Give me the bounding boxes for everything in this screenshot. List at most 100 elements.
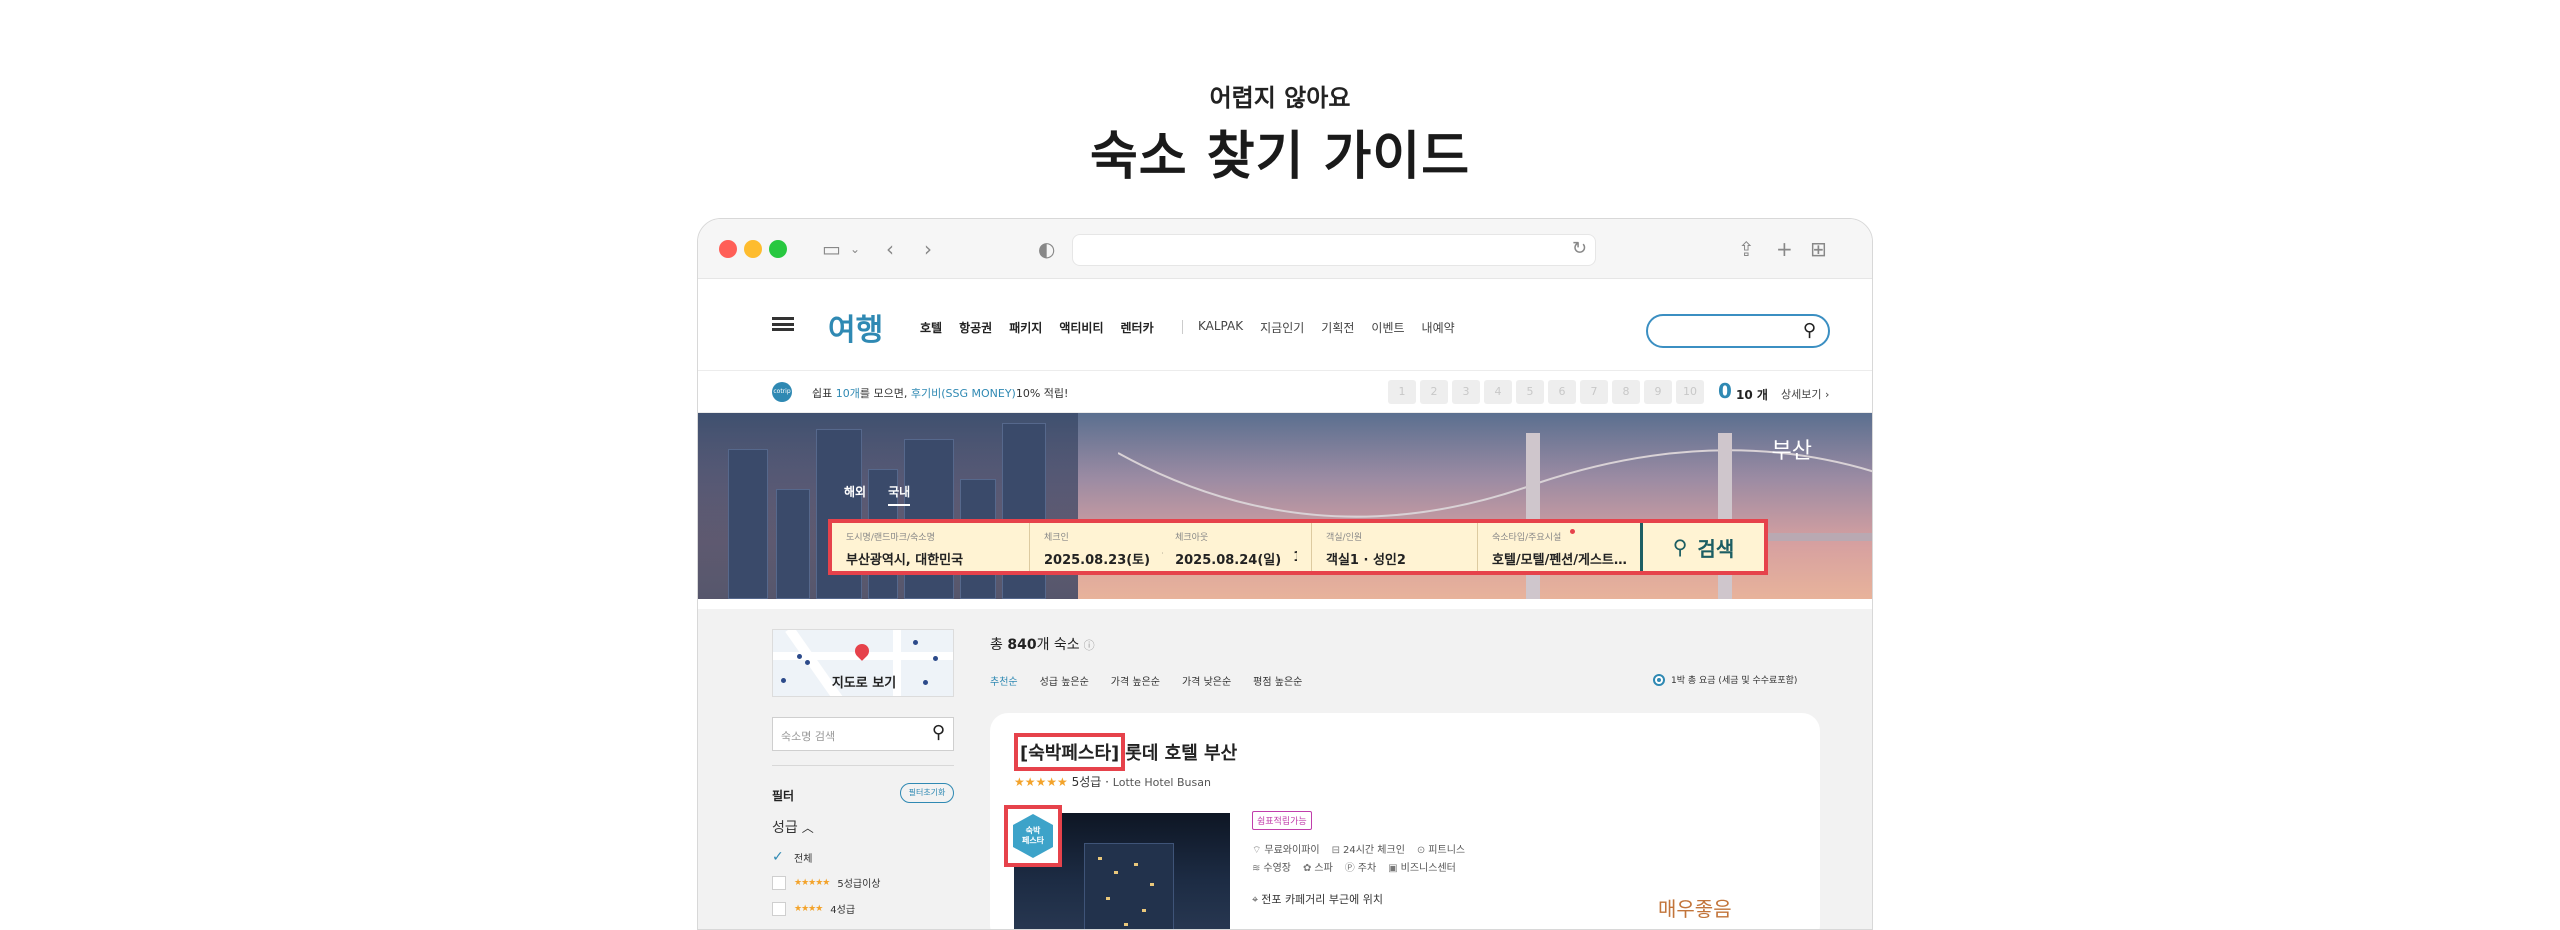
main-nav: 호텔 항공권 패키지 액티비티 렌터카 — [920, 319, 1154, 336]
wifi-icon: ⌔ — [1252, 845, 1262, 856]
search-icon: ⚲ — [1672, 535, 1688, 559]
price-display-option[interactable]: 1박 총 요금 (세금 및 수수료포함) — [1653, 673, 1797, 686]
address-bar[interactable]: ↻ — [1072, 234, 1596, 266]
star-rating-icon: ★★★★★ — [794, 877, 830, 888]
tab-overseas[interactable]: 해외 — [844, 483, 866, 506]
nav-item-kalpak[interactable]: KALPAK — [1198, 319, 1243, 336]
zoom-window-button[interactable] — [769, 240, 787, 258]
amenity-label: 무료와이파이 — [1264, 845, 1320, 856]
results-area: 지도로 보기 숙소명 검색 ⚲ 필터 필터초기화 성급 ︿ ✓ 전체 ★★★★★ … — [698, 609, 1872, 929]
results-total-suffix: 개 숙소 — [1036, 637, 1080, 653]
map-view-button[interactable]: 지도로 보기 — [772, 629, 954, 697]
tab-domestic[interactable]: 국내 — [888, 483, 911, 506]
sort-rating-high[interactable]: 평점 높은순 — [1253, 673, 1302, 688]
checkin-value: 2025.08.23(토) — [1044, 553, 1151, 568]
grade-option-label: 전체 — [794, 853, 813, 865]
nav-item-trending[interactable]: 지금인기 — [1260, 319, 1304, 336]
sort-recommended[interactable]: 추천순 — [990, 673, 1018, 688]
amenity-business: ▣ 비즈니스센터 — [1388, 859, 1456, 874]
nav-item-my-booking[interactable]: 내예약 — [1422, 319, 1455, 336]
checkin-label: 체크인 — [1044, 533, 1069, 543]
location-pin-icon: ⌖ — [1252, 893, 1259, 906]
festa-badge: 숙박 페스타 — [1004, 805, 1062, 867]
hotel-name-search-input[interactable]: 숙소명 검색 ⚲ — [772, 717, 954, 751]
required-dot — [1570, 529, 1575, 534]
stamp-slot: 6 — [1548, 380, 1576, 404]
new-tab-icon[interactable]: + — [1776, 235, 1793, 263]
parking-icon: Ⓟ — [1344, 863, 1355, 874]
grade-option-4star[interactable]: ★★★★ 4성급 — [772, 901, 855, 916]
promo-more-link[interactable]: 상세보기 › — [1781, 386, 1829, 402]
nav-item-event[interactable]: 이벤트 — [1371, 319, 1404, 336]
amenities-row: ⌔ 무료와이파이 ⊟ 24시간 체크인 ⊙ 피트니스 — [1252, 841, 1465, 857]
help-icon[interactable]: ⓘ — [1084, 639, 1095, 652]
menu-icon[interactable] — [772, 317, 794, 331]
stamp-unit: 10 개 — [1736, 388, 1768, 402]
promo-text-mid: 를 모으면, — [859, 387, 911, 400]
nav-item-flight[interactable]: 항공권 — [959, 319, 992, 336]
nav-item-rentacar[interactable]: 렌터카 — [1121, 319, 1154, 336]
amenities-row: ≋ 수영장 ✿ 스파 Ⓟ 주차 ▣ 비즈니스센터 — [1252, 859, 1456, 874]
star-rating-icon: ★★★★★ — [1014, 775, 1068, 789]
shield-icon[interactable]: ◐ — [1038, 235, 1055, 263]
search-button[interactable]: ⚲ 검색 — [1640, 523, 1764, 571]
amenity-label: 주차 — [1357, 863, 1377, 874]
minimize-window-button[interactable] — [744, 240, 762, 258]
tabs-grid-icon[interactable]: ⊞ — [1810, 235, 1827, 263]
nav-item-activity[interactable]: 액티비티 — [1059, 319, 1103, 336]
site-search-input[interactable]: ⚲ — [1646, 314, 1830, 348]
hotel-title[interactable]: [숙박페스타] 롯데 호텔 부산 — [1014, 733, 1237, 771]
filter-reset-button[interactable]: 필터초기화 — [900, 783, 954, 803]
grade-option-all[interactable]: ✓ 전체 — [772, 849, 812, 865]
checkbox[interactable] — [772, 901, 786, 916]
nav-item-package[interactable]: 패키지 — [1009, 319, 1042, 336]
radio-button[interactable] — [1653, 673, 1665, 686]
nav-item-special[interactable]: 기획전 — [1321, 319, 1354, 336]
date-field[interactable]: 체크인 2025.08.23(토) - 체크아웃 2025.08.24(일) 1… — [1030, 523, 1312, 571]
hotel-rating: ★★★★★ 5성급 · Lotte Hotel Busan — [1014, 775, 1211, 789]
stamp-tracker: 1 2 3 4 5 6 7 8 9 10 — [1388, 380, 1704, 404]
festa-badge-line2: 페스타 — [1021, 836, 1045, 845]
hotel-search-bar: 도시명/랜드마크/숙소명 부산광역시, 대한민국 체크인 2025.08.23(… — [828, 519, 1768, 575]
stamp-count: 0 — [1718, 379, 1732, 403]
sidebar-icon[interactable]: ▭ — [822, 235, 841, 263]
hero-subtitle: 어렵지 않아요 — [1209, 84, 1351, 112]
sort-price-high[interactable]: 가격 높은순 — [1111, 673, 1160, 688]
promo-logo: cotrip — [772, 382, 792, 402]
grade-option-label: 4성급 — [830, 905, 856, 916]
reload-icon[interactable]: ↻ — [1572, 238, 1587, 259]
map-view-label: 지도로 보기 — [831, 676, 897, 691]
promo-text-suffix: 10% 적립! — [1015, 387, 1069, 400]
hotel-english-name: Lotte Hotel Busan — [1112, 776, 1211, 789]
guests-field[interactable]: 객실/인원 객실1 · 성인2 — [1312, 523, 1478, 571]
checkbox[interactable] — [772, 875, 786, 890]
chevron-down-icon[interactable]: ⌄ — [850, 235, 860, 263]
promo-text-prefix: 쉽표 — [812, 387, 836, 400]
brand-logo[interactable]: 여행 — [828, 305, 883, 349]
star-rating-icon: ★★★★ — [794, 903, 823, 914]
sidebar-divider — [772, 765, 954, 766]
grade-option-5star[interactable]: ★★★★★ 5성급이상 — [772, 875, 881, 890]
back-icon[interactable]: ‹ — [886, 235, 894, 263]
sort-price-low[interactable]: 가격 낮은순 — [1182, 673, 1231, 688]
amenity-label: 스파 — [1314, 863, 1333, 874]
nav-item-hotel[interactable]: 호텔 — [920, 319, 942, 336]
check-icon: ✓ — [772, 849, 784, 865]
hotel-card[interactable]: [숙박페스타] 롯데 호텔 부산 ★★★★★ 5성급 · Lotte Hotel … — [990, 713, 1820, 929]
share-icon[interactable]: ⇪ — [1738, 235, 1755, 263]
amenity-label: 피트니스 — [1428, 845, 1466, 856]
destination-field[interactable]: 도시명/랜드마크/숙소명 부산광역시, 대한민국 — [832, 523, 1030, 571]
grade-filter-header[interactable]: 성급 ︿ — [772, 817, 814, 837]
sort-options: 추천순 성급 높은순 가격 높은순 가격 낮은순 평점 높은순 — [990, 673, 1302, 688]
amenity-pool: ≋ 수영장 — [1252, 859, 1291, 874]
stamp-slot: 9 — [1644, 380, 1672, 404]
review-score-label: 매우좋음 — [1658, 897, 1732, 921]
search-icon[interactable]: ⚲ — [1803, 320, 1816, 341]
stamp-slot: 3 — [1452, 380, 1480, 404]
search-icon[interactable]: ⚲ — [932, 722, 945, 743]
forward-icon[interactable]: › — [924, 235, 932, 263]
grade-option-label: 5성급이상 — [837, 879, 881, 890]
sort-grade-high[interactable]: 성급 높은순 — [1040, 673, 1089, 688]
property-type-field[interactable]: 숙소타입/주요시설 호텔/모텔/펜션/게스트… — [1478, 523, 1640, 571]
close-window-button[interactable] — [719, 240, 737, 258]
